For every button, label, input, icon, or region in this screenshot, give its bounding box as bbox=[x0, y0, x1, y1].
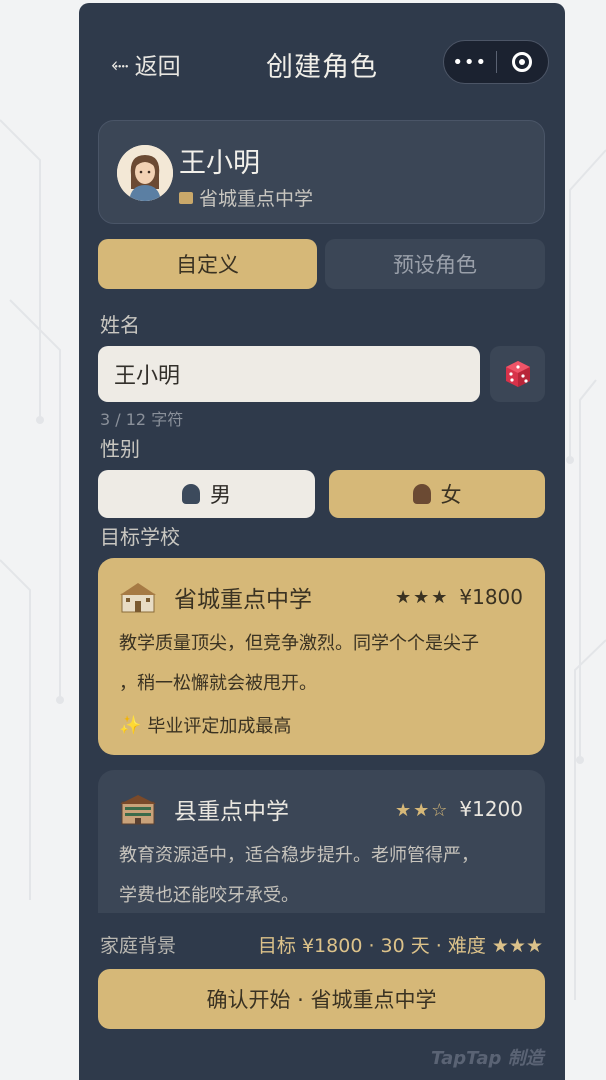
school-difficulty-stars: ★★☆ bbox=[395, 800, 450, 821]
school-card-provincial[interactable]: 省城重点中学 ★★★ ¥1800 教学质量顶尖，但竞争激烈。同学个个是尖子 ，稍… bbox=[98, 558, 545, 755]
family-background-label: 家庭背景 bbox=[100, 935, 177, 957]
school-price: ¥1800 bbox=[459, 585, 523, 609]
girl-avatar-icon bbox=[117, 145, 173, 201]
name-char-counter: 3 / 12 字符 bbox=[100, 410, 184, 429]
tab-preset-roles[interactable]: 预设角色 bbox=[325, 239, 545, 289]
dice-icon bbox=[505, 361, 530, 387]
school-name: 县重点中学 bbox=[174, 799, 289, 825]
app-window: ⬸ 返回 创建角色 ••• 王小明 省城重点中学 自定义 预设角色 姓名 王小明… bbox=[79, 3, 565, 1080]
profile-school-label: 省城重点中学 bbox=[199, 188, 314, 210]
name-input[interactable]: 王小明 bbox=[98, 346, 480, 402]
gender-label: 性别 bbox=[100, 437, 140, 461]
school-icon bbox=[179, 191, 193, 204]
county-school-icon bbox=[120, 795, 156, 825]
girl-icon bbox=[412, 484, 431, 504]
tab-custom[interactable]: 自定义 bbox=[98, 239, 317, 289]
school-price: ¥1200 bbox=[459, 797, 523, 821]
gender-male-label: 男 bbox=[210, 483, 231, 507]
close-capsule-button[interactable] bbox=[496, 52, 548, 72]
school-description: 教学质量顶尖，但竞争激烈。同学个个是尖子 ，稍一松懈就会被甩开。 bbox=[119, 624, 525, 704]
school-description-line: 教育资源适中，适合稳步提升。老师管得严， bbox=[119, 845, 479, 866]
school-perk-label: 毕业评定加成最高 bbox=[147, 716, 292, 737]
nav-header: ⬸ 返回 创建角色 ••• bbox=[79, 3, 565, 121]
target-circle-icon bbox=[512, 52, 533, 72]
profile-name: 王小明 bbox=[179, 148, 260, 179]
school-difficulty-stars: ★★★ bbox=[395, 587, 450, 608]
more-dots-icon: ••• bbox=[452, 51, 488, 73]
more-menu-button[interactable]: ••• bbox=[444, 52, 496, 73]
taptap-watermark: TapTap 制造 bbox=[431, 1048, 544, 1069]
campus-building-icon bbox=[120, 583, 156, 613]
school-description-line: 教学质量顶尖，但竞争激烈。同学个个是尖子 bbox=[119, 633, 479, 654]
gender-female-label: 女 bbox=[440, 483, 462, 507]
school-description-line: 学费也还能咬牙承受。 bbox=[119, 885, 299, 906]
sparkle-icon: ✨ bbox=[119, 714, 142, 736]
school-perk: ✨ 毕业评定加成最高 bbox=[119, 712, 291, 738]
school-card-county[interactable]: 县重点中学 ★★☆ ¥1200 教育资源适中，适合稳步提升。老师管得严， 学费也… bbox=[98, 770, 545, 930]
gender-male-button[interactable]: 男 bbox=[98, 470, 315, 518]
school-description: 教育资源适中，适合稳步提升。老师管得严， 学费也还能咬牙承受。 bbox=[119, 836, 525, 916]
school-description-line: ，稍一松懈就会被甩开。 bbox=[119, 673, 317, 694]
random-name-button[interactable] bbox=[490, 346, 545, 402]
avatar bbox=[117, 145, 173, 201]
gender-female-button[interactable]: 女 bbox=[329, 470, 545, 518]
summary-text: 目标 ¥1800 · 30 天 · 难度 ★★★ bbox=[257, 935, 543, 957]
profile-school: 省城重点中学 bbox=[179, 184, 313, 211]
name-label: 姓名 bbox=[100, 313, 140, 337]
confirm-start-button[interactable]: 确认开始 · 省城重点中学 bbox=[98, 969, 545, 1029]
school-label: 目标学校 bbox=[100, 525, 180, 549]
boy-icon bbox=[182, 484, 200, 504]
mini-program-capsule: ••• bbox=[443, 40, 549, 84]
bottom-action-bar: 家庭背景 目标 ¥1800 · 30 天 · 难度 ★★★ 确认开始 · 省城重… bbox=[79, 913, 565, 1080]
profile-preview-card: 王小明 省城重点中学 bbox=[98, 120, 545, 224]
school-name: 省城重点中学 bbox=[174, 587, 312, 613]
